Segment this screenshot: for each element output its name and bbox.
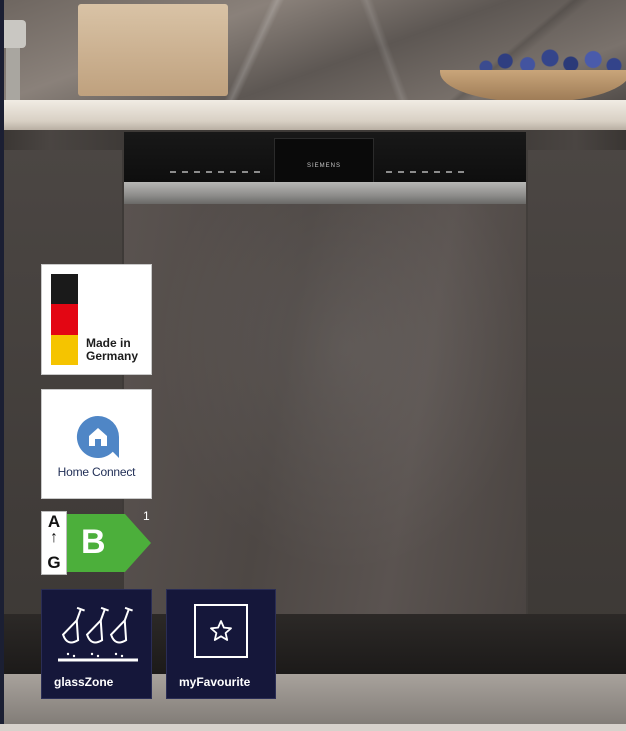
- energy-label[interactable]: A ↑ G B 1: [41, 509, 156, 575]
- energy-scale-arrow-icon: ↑: [50, 529, 58, 546]
- cabinet-right: [528, 150, 626, 670]
- wine-glasses-icon: [58, 606, 138, 662]
- star-box: [194, 604, 248, 658]
- control-buttons-right: [386, 160, 470, 173]
- faucet-base: [6, 48, 20, 108]
- countertop: [0, 100, 626, 130]
- home-connect-label: Home Connect: [57, 465, 136, 479]
- control-buttons-left: [170, 160, 266, 173]
- cutting-board: [78, 4, 228, 96]
- made-in-germany-badge: Made in Germany: [41, 264, 152, 375]
- flag-stripe-black: [51, 274, 78, 305]
- feature-label: glassZone: [54, 675, 114, 689]
- flag-stripe-gold: [51, 334, 78, 365]
- feature-label: myFavourite: [179, 675, 251, 689]
- german-flag-icon: [51, 274, 78, 365]
- star-icon: [210, 620, 232, 641]
- feature-myfavourite[interactable]: myFavourite: [166, 589, 276, 699]
- dishwasher-door: [124, 204, 526, 614]
- feature-glasszone[interactable]: glassZone: [41, 589, 152, 699]
- brand-logo: SIEMENS: [306, 163, 341, 169]
- energy-footnote: 1: [143, 509, 150, 523]
- stainless-strip: [124, 182, 526, 204]
- energy-class-arrow: B: [67, 514, 151, 572]
- home-connect-badge[interactable]: Home Connect: [41, 389, 152, 499]
- flag-stripe-red: [51, 304, 78, 335]
- energy-scale: A ↑ G: [41, 511, 67, 575]
- energy-class-letter: B: [81, 523, 106, 561]
- energy-scale-bottom: G: [47, 553, 61, 572]
- made-in-germany-text: Made in Germany: [86, 336, 139, 363]
- energy-arrow-shape: [67, 514, 151, 572]
- home-connect-icon: [76, 415, 119, 458]
